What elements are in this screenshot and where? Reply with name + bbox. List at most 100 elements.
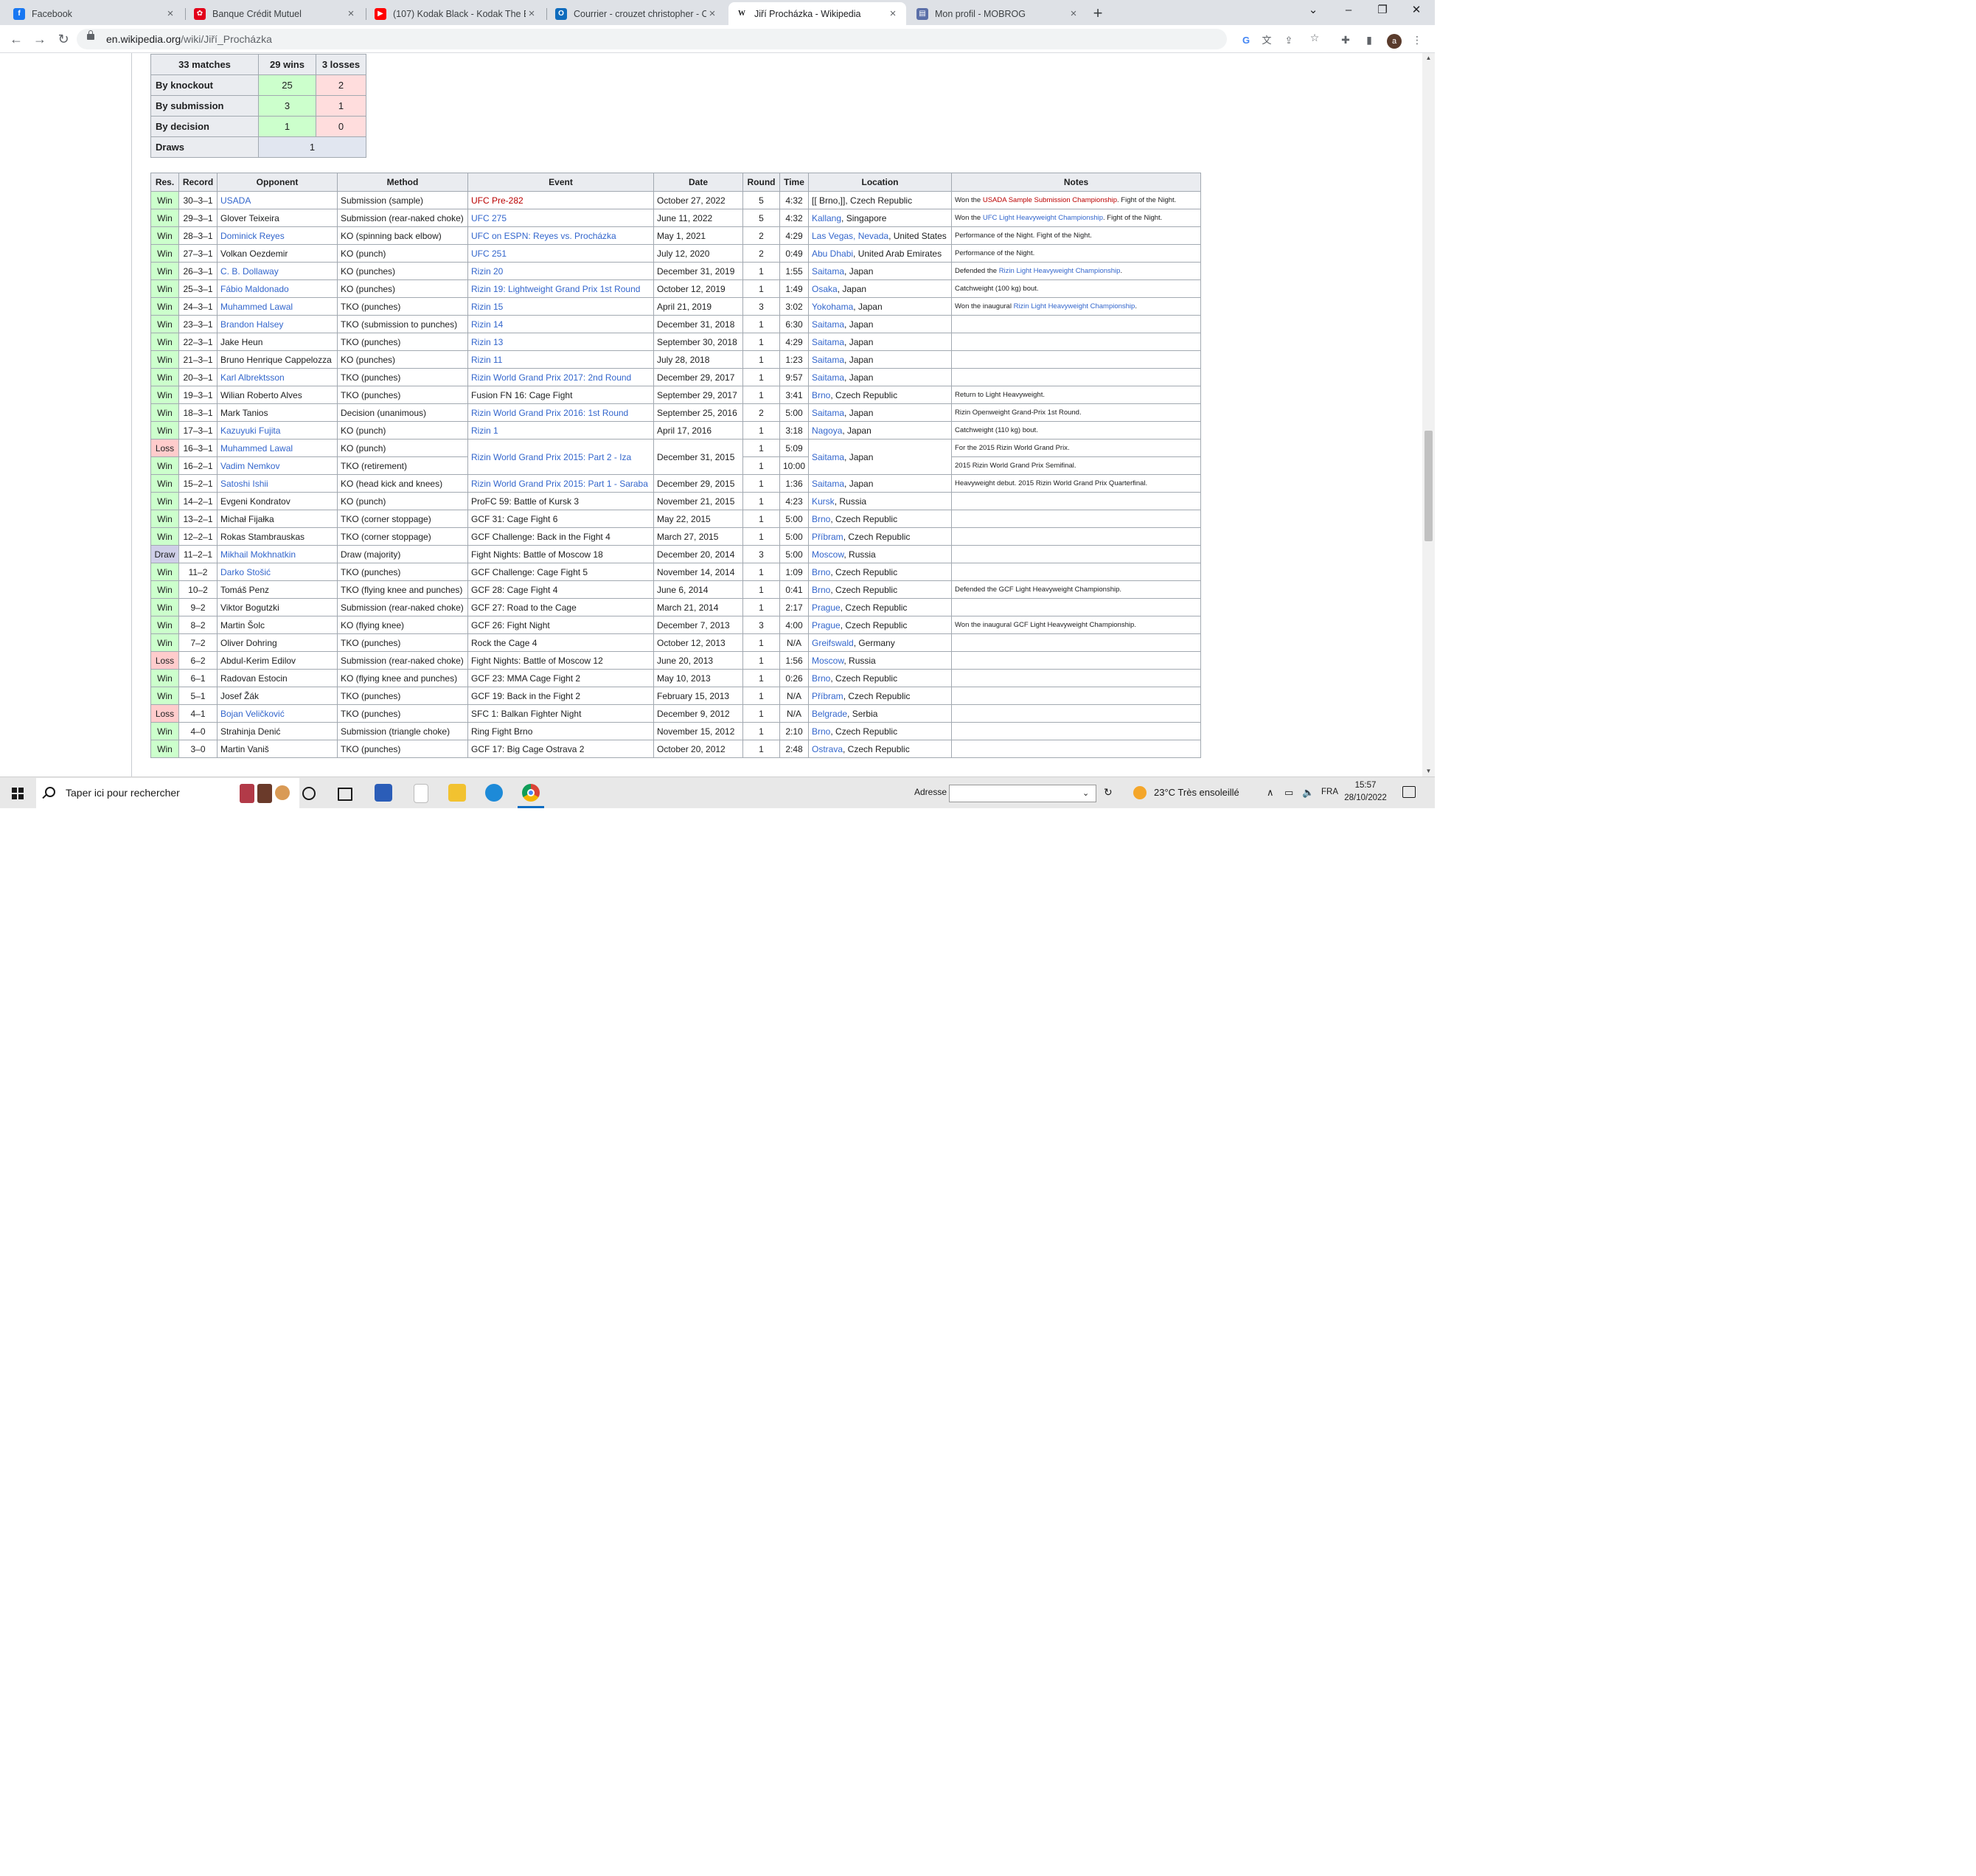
- event-cell[interactable]: Rizin World Grand Prix 2015: Part 1 - Sa…: [467, 474, 654, 493]
- browser-tab[interactable]: O Courrier - crouzet christopher - O ×: [548, 2, 726, 25]
- reload-icon[interactable]: ↻: [54, 29, 73, 49]
- opponent-link[interactable]: C. B. Dollaway: [220, 266, 279, 277]
- event-cell[interactable]: Rizin 1: [467, 421, 654, 440]
- cortana-icon[interactable]: [302, 787, 316, 800]
- location-city-link[interactable]: Brno: [812, 390, 830, 400]
- event-link[interactable]: UFC Pre-282: [471, 195, 523, 206]
- opponent-link[interactable]: Bojan Veličković: [220, 709, 285, 719]
- chevron-down-icon[interactable]: ⌄: [1082, 785, 1089, 802]
- location-city-link[interactable]: Ostrava: [812, 744, 843, 754]
- minimize-icon[interactable]: –: [1332, 0, 1366, 22]
- event-cell[interactable]: Rizin 11: [467, 350, 654, 369]
- scrollbar-thumb[interactable]: [1424, 431, 1433, 541]
- location-city-link[interactable]: Saitama: [812, 408, 844, 418]
- store-icon[interactable]: [375, 784, 392, 802]
- opponent-cell[interactable]: USADA: [217, 191, 338, 209]
- bookmark-star-icon[interactable]: ☆: [1308, 31, 1321, 44]
- task-view-icon[interactable]: [338, 788, 352, 801]
- opponent-link[interactable]: Darko Stošić: [220, 567, 271, 577]
- event-cell[interactable]: UFC 251: [467, 244, 654, 263]
- event-link[interactable]: Rizin World Grand Prix 2016: 1st Round: [471, 408, 628, 418]
- event-link[interactable]: Rizin 19: Lightweight Grand Prix 1st Rou…: [471, 284, 640, 294]
- location-city-link[interactable]: Osaka: [812, 284, 838, 294]
- restore-icon[interactable]: ❐: [1366, 0, 1399, 22]
- event-cell[interactable]: Rizin 15: [467, 297, 654, 316]
- event-link[interactable]: Rizin 14: [471, 319, 503, 330]
- event-link[interactable]: UFC on ESPN: Reyes vs. Procházka: [471, 231, 616, 241]
- location-city-link[interactable]: Brno: [812, 726, 830, 737]
- close-tab-icon[interactable]: ×: [887, 7, 899, 20]
- browser-tab[interactable]: ▶ (107) Kodak Black - Kodak The Bo ×: [367, 2, 545, 25]
- close-tab-icon[interactable]: ×: [526, 7, 538, 20]
- location-city-link[interactable]: Las Vegas, Nevada: [812, 231, 888, 241]
- address-refresh-icon[interactable]: ↻: [1104, 777, 1113, 807]
- location-city-link[interactable]: Kursk: [812, 496, 835, 507]
- sun-weather-icon[interactable]: [1133, 786, 1147, 799]
- close-tab-icon[interactable]: ×: [164, 7, 176, 20]
- event-cell[interactable]: Rizin 19: Lightweight Grand Prix 1st Rou…: [467, 279, 654, 298]
- opponent-link[interactable]: Karl Albrektsson: [220, 372, 285, 383]
- location-city-link[interactable]: Moscow: [812, 656, 843, 666]
- location-city-link[interactable]: Abu Dhabi: [812, 249, 853, 259]
- location-city-link[interactable]: Brno: [812, 567, 830, 577]
- event-cell[interactable]: Rizin World Grand Prix 2017: 2nd Round: [467, 368, 654, 386]
- location-city-link[interactable]: Saitama: [812, 266, 844, 277]
- event-link[interactable]: UFC 275: [471, 213, 507, 223]
- location-city-link[interactable]: Saitama: [812, 355, 844, 365]
- volume-icon[interactable]: 🔈: [1302, 777, 1314, 807]
- close-tab-icon[interactable]: ×: [706, 7, 718, 20]
- event-cell[interactable]: UFC on ESPN: Reyes vs. Procházka: [467, 226, 654, 245]
- column-header[interactable]: Date: [653, 173, 743, 192]
- google-icon[interactable]: G: [1240, 35, 1252, 46]
- share-icon[interactable]: ⇪: [1283, 35, 1295, 46]
- opponent-cell[interactable]: Fábio Maldonado: [217, 279, 338, 298]
- event-link[interactable]: Rizin 15: [471, 302, 503, 312]
- event-cell[interactable]: Rizin World Grand Prix 2015: Part 2 - Iz…: [467, 439, 654, 475]
- new-tab-button[interactable]: +: [1088, 4, 1108, 23]
- file-explorer-icon[interactable]: [448, 784, 466, 802]
- event-link[interactable]: UFC 251: [471, 249, 507, 259]
- location-city-link[interactable]: Belgrade: [812, 709, 847, 719]
- tray-chevron-up-icon[interactable]: ∧: [1267, 777, 1274, 807]
- column-header[interactable]: Method: [337, 173, 468, 192]
- opponent-link[interactable]: Kazuyuki Fujita: [220, 425, 280, 436]
- location-city-link[interactable]: Příbram: [812, 691, 843, 701]
- close-tab-icon[interactable]: ×: [345, 7, 357, 20]
- windows-start-icon[interactable]: [12, 788, 24, 799]
- browser-tab[interactable]: f Facebook ×: [6, 2, 184, 25]
- location-city-link[interactable]: Yokohama: [812, 302, 853, 312]
- notification-center-icon[interactable]: [1402, 786, 1416, 798]
- event-cell[interactable]: UFC 275: [467, 209, 654, 227]
- chrome-icon[interactable]: [518, 784, 544, 808]
- extensions-icon[interactable]: ✚: [1339, 33, 1352, 46]
- column-header[interactable]: Res.: [150, 173, 179, 192]
- event-cell[interactable]: Rizin World Grand Prix 2016: 1st Round: [467, 403, 654, 422]
- opponent-cell[interactable]: Vadim Nemkov: [217, 456, 338, 475]
- location-city-link[interactable]: Saitama: [812, 319, 844, 330]
- event-cell[interactable]: Rizin 13: [467, 333, 654, 351]
- opponent-link[interactable]: Muhammed Lawal: [220, 443, 293, 454]
- column-header[interactable]: Opponent: [217, 173, 338, 192]
- opponent-link[interactable]: Dominick Reyes: [220, 231, 285, 241]
- clock[interactable]: 15:57 28/10/2022: [1343, 779, 1388, 805]
- opponent-link[interactable]: Mikhail Mokhnatkin: [220, 549, 296, 560]
- back-arrow-icon[interactable]: ←: [7, 29, 26, 49]
- notes-link[interactable]: Rizin Light Heavyweight Championship: [1014, 302, 1135, 310]
- location-city-link[interactable]: Saitama: [812, 479, 844, 489]
- translate-icon[interactable]: 文: [1261, 35, 1273, 46]
- location-city-link[interactable]: Saitama: [812, 452, 844, 462]
- forward-arrow-icon[interactable]: →: [30, 29, 49, 49]
- event-link[interactable]: Rizin 13: [471, 337, 503, 347]
- opponent-cell[interactable]: Dominick Reyes: [217, 226, 338, 245]
- opponent-cell[interactable]: Mikhail Mokhnatkin: [217, 545, 338, 563]
- event-link[interactable]: Rizin World Grand Prix 2017: 2nd Round: [471, 372, 631, 383]
- opponent-cell[interactable]: Karl Albrektsson: [217, 368, 338, 386]
- location-city-link[interactable]: Greifswald: [812, 638, 854, 648]
- event-link[interactable]: Rizin 11: [471, 355, 502, 365]
- notes-link[interactable]: USADA Sample Submission Championship: [983, 196, 1117, 204]
- opponent-cell[interactable]: Brandon Halsey: [217, 315, 338, 333]
- event-link[interactable]: Rizin World Grand Prix 2015: Part 1 - Sa…: [471, 479, 648, 489]
- opponent-cell[interactable]: Muhammed Lawal: [217, 297, 338, 316]
- opponent-link[interactable]: Vadim Nemkov: [220, 461, 279, 471]
- close-window-icon[interactable]: ✕: [1399, 0, 1433, 22]
